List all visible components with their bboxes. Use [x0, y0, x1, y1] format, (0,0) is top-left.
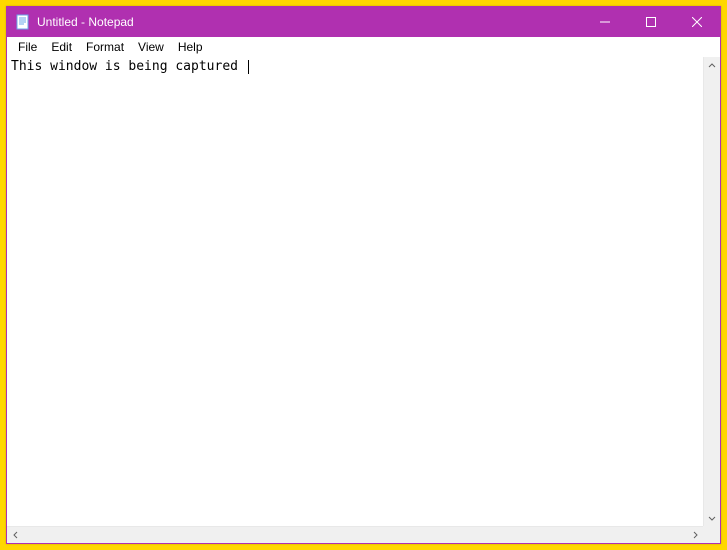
chevron-down-icon — [708, 514, 716, 522]
chevron-right-icon — [691, 531, 699, 539]
menu-edit[interactable]: Edit — [44, 38, 79, 56]
scroll-down-button[interactable] — [704, 509, 720, 526]
menu-view[interactable]: View — [131, 38, 171, 56]
menu-format[interactable]: Format — [79, 38, 131, 56]
horizontal-scroll-track[interactable] — [24, 527, 686, 543]
menu-file[interactable]: File — [11, 38, 44, 56]
notepad-icon — [15, 14, 31, 30]
horizontal-scrollbar[interactable] — [7, 526, 703, 543]
minimize-button[interactable] — [582, 7, 628, 37]
window-controls — [582, 7, 720, 37]
scrollbar-corner — [703, 526, 720, 543]
text-cursor — [248, 60, 249, 74]
chevron-up-icon — [708, 62, 716, 70]
maximize-button[interactable] — [628, 7, 674, 37]
close-button[interactable] — [674, 7, 720, 37]
editor-text: This window is being captured — [11, 59, 246, 74]
minimize-icon — [600, 17, 610, 27]
text-editor[interactable]: This window is being captured — [7, 57, 703, 526]
window-title: Untitled - Notepad — [37, 7, 582, 37]
vertical-scroll-track[interactable] — [704, 74, 720, 509]
maximize-icon — [646, 17, 656, 27]
menu-help[interactable]: Help — [171, 38, 210, 56]
title-bar[interactable]: Untitled - Notepad — [7, 7, 720, 37]
vertical-scrollbar[interactable] — [703, 57, 720, 526]
menu-bar: File Edit Format View Help — [7, 37, 720, 57]
chevron-left-icon — [12, 531, 20, 539]
scroll-up-button[interactable] — [704, 57, 720, 74]
scroll-right-button[interactable] — [686, 527, 703, 543]
notepad-window: Untitled - Notepad File Edit Fo — [6, 6, 721, 544]
scroll-left-button[interactable] — [7, 527, 24, 543]
editor-area: This window is being captured — [7, 57, 720, 543]
close-icon — [692, 17, 702, 27]
